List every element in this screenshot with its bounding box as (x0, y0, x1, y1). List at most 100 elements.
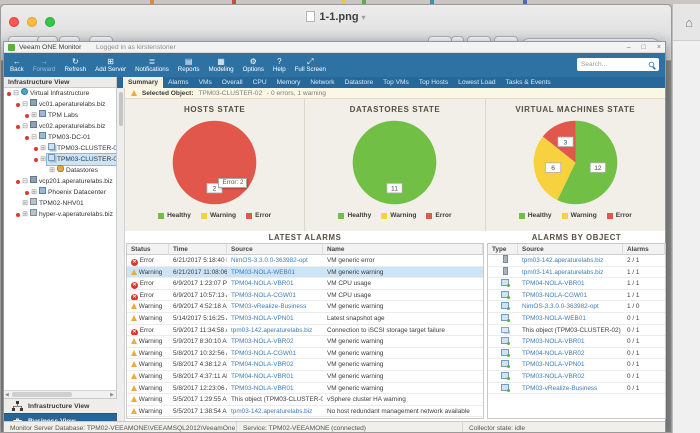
vertical-scrollbar-thumb[interactable] (119, 92, 123, 126)
expander-icon[interactable]: ⊟ (21, 176, 29, 187)
object-row[interactable]: TPM03-vRealize-Business0 / 1 (488, 383, 665, 395)
column-header[interactable]: Status (127, 244, 169, 255)
object-row[interactable]: This object (TPM03-CLUSTER-02)0 / 1 (488, 325, 665, 337)
alarm-row[interactable]: Warning5/8/2017 4:38:12 AMTPM04-NOLA-VBR… (127, 359, 483, 371)
toolbar-button-back[interactable]: ←Back (10, 57, 24, 73)
alarm-row[interactable]: Warning5/8/2017 4:37:11 AMTPM04-NOLA-VBR… (127, 371, 483, 383)
tab-top-hosts[interactable]: Top Hosts (414, 77, 453, 88)
object-source-link[interactable]: NimOS-3.3.0.0-363982-opt (522, 303, 599, 310)
object-source-link[interactable]: TPM03-NOLA-VBR02 (522, 373, 585, 380)
alarm-row[interactable]: Warning5/8/2017 12:23:06 AMTPM03-NOLA-VB… (127, 383, 483, 395)
expander-icon[interactable]: ⊟ (12, 88, 20, 99)
object-source-link[interactable]: TPM03-vRealize-Business (522, 385, 597, 392)
column-header[interactable]: Source (227, 244, 323, 255)
toolbar-button-refresh[interactable]: ↻Refresh (64, 57, 86, 73)
alarm-row[interactable]: Warning5/5/2017 1:29:55 AMThis object (T… (127, 394, 483, 406)
object-source-link[interactable]: tpm03-142.aperaturelabs.biz (522, 257, 603, 264)
column-header[interactable]: Name (323, 244, 483, 255)
tab-vms[interactable]: VMs (194, 77, 217, 88)
alarm-source-link[interactable]: tpm03-142.aperaturelabs.biz (231, 327, 312, 334)
expander-icon[interactable]: ⊞ (39, 154, 47, 165)
column-header[interactable]: Alarms (623, 244, 665, 255)
object-source-link[interactable]: TPM03-NOLA-VPN01 (522, 361, 585, 368)
toolbar-button-modeling[interactable]: ▦Modeling (208, 57, 233, 73)
tree-node[interactable]: ⊟vc02.aperaturelabs.biz (4, 121, 116, 132)
object-row[interactable]: tpm03-141.aperaturelabs.biz1 / 1 (488, 267, 665, 279)
object-row[interactable]: tpm03-142.aperaturelabs.biz2 / 1 (488, 255, 665, 267)
app-maximize-button[interactable]: □ (642, 42, 646, 53)
object-source-link[interactable]: TPM03-NOLA-CGW01 (522, 292, 587, 299)
alarm-row[interactable]: Warning6/21/2017 11:08:06 AMTPM03-NOLA-W… (127, 267, 483, 279)
object-row[interactable]: TPM03-NOLA-VBR020 / 1 (488, 371, 665, 383)
column-header[interactable]: Time (169, 244, 227, 255)
tab-overall[interactable]: Overall (217, 77, 248, 88)
object-row[interactable]: TPM04-NOLA-VBR020 / 1 (488, 348, 665, 360)
expander-icon[interactable]: ⊞ (21, 198, 29, 209)
tree-node[interactable]: ⊞Datastores (4, 165, 116, 176)
tab-summary[interactable]: Summary (123, 77, 163, 88)
expander-icon[interactable]: ⊞ (39, 143, 47, 154)
alarm-source-link[interactable]: TPM03-NOLA-CGW01 (231, 350, 296, 357)
alarm-source-link[interactable]: TPM03-vRealize-Business (231, 303, 306, 310)
sidebar-horizontal-scrollbar[interactable]: ◀ ▶ (4, 390, 117, 398)
home-icon[interactable]: ⌂ (679, 14, 699, 32)
tab-datastore[interactable]: Datastore (340, 77, 379, 88)
alarm-row[interactable]: Warning5/8/2017 10:32:56 AMTPM03-NOLA-CG… (127, 348, 483, 360)
object-source-link[interactable]: TPM03-NOLA-VBR01 (522, 338, 585, 345)
alarm-row[interactable]: ✕ Error6/9/2017 10:57:13 AMTPM03-NOLA-CG… (127, 290, 483, 302)
view-infrastructure[interactable]: Infrastructure View (4, 398, 117, 413)
alarm-row[interactable]: ✕ Error6/21/2017 5:18:40 PMNimOS-3.3.0.0… (127, 255, 483, 267)
alarm-row[interactable]: Warning5/14/2017 5:16:25 AMTPM03-NOLA-VP… (127, 313, 483, 325)
toolbar-button-help[interactable]: ?Help (273, 57, 286, 73)
tree-node[interactable]: ⊞TPM Labs (4, 110, 116, 121)
object-row[interactable]: NimOS-3.3.0.0-363982-opt1 / 0 (488, 301, 665, 313)
alarm-row[interactable]: Warning5/9/2017 8:30:10 AMTPM03-NOLA-VBR… (127, 336, 483, 348)
tree-node[interactable]: ⊟Virtual Infrastructure (4, 88, 116, 99)
expander-icon[interactable]: ⊟ (30, 132, 38, 143)
object-row[interactable]: TPM03-NOLA-CGW011 / 1 (488, 290, 665, 302)
object-row[interactable]: TPM03-NOLA-WEB010 / 1 (488, 313, 665, 325)
alarm-row[interactable]: ✕ Error6/9/2017 1:23:07 PMTPM04-NOLA-VBR… (127, 278, 483, 290)
expander-icon[interactable]: ⊞ (48, 165, 56, 176)
alarm-source-link[interactable]: TPM04-NOLA-VBR01 (231, 280, 294, 287)
toolbar-button-full-screen[interactable]: ⤢Full Screen (295, 57, 326, 73)
alarm-source-link[interactable]: TPM04-NOLA-VBR01 (231, 373, 294, 380)
alarm-source-link[interactable]: TPM03-NOLA-VPN01 (231, 315, 294, 322)
alarm-source-link[interactable]: TPM03-NOLA-CGW01 (231, 292, 296, 299)
toolbar-button-forward[interactable]: →Forward (33, 57, 56, 73)
tab-cpu[interactable]: CPU (248, 77, 272, 88)
expander-icon[interactable]: ⊞ (30, 187, 38, 198)
alarm-source-link[interactable]: TPM03-NOLA-VBR01 (231, 385, 294, 392)
tab-top-vms[interactable]: Top VMs (378, 77, 414, 88)
tab-tasks-events[interactable]: Tasks & Events (501, 77, 556, 88)
alarm-row[interactable]: Warning6/9/2017 4:52:18 AMTPM03-vRealize… (127, 301, 483, 313)
tab-memory[interactable]: Memory (272, 77, 306, 88)
scrollbar-thumb[interactable] (12, 392, 72, 397)
object-source-link[interactable]: TPM03-NOLA-WEB01 (522, 315, 586, 322)
toolbar-button-options[interactable]: ⚙Options (243, 57, 264, 73)
tab-alarms[interactable]: Alarms (163, 77, 194, 88)
object-source-link[interactable]: tpm03-141.aperaturelabs.biz (522, 269, 603, 276)
app-search-field[interactable]: Search... (577, 58, 659, 71)
tree-node[interactable]: ⊟TPM03-DC-01 (4, 132, 116, 143)
object-source-link[interactable]: TPM04-NOLA-VBR01 (522, 280, 585, 287)
alarm-row[interactable]: Warning5/5/2017 1:38:54 AMtpm03-142.aper… (127, 406, 483, 418)
tree-node[interactable]: ⊞Phoenix Datacenter (4, 187, 116, 198)
alarm-source-link[interactable]: TPM04-NOLA-VBR02 (231, 361, 294, 368)
expander-icon[interactable]: ⊞ (21, 209, 29, 220)
expander-icon[interactable]: ⊞ (30, 110, 38, 121)
alarm-source-link[interactable]: NimOS-3.3.0.0-363982-opt (231, 257, 308, 264)
object-row[interactable]: TPM03-NOLA-VPN010 / 1 (488, 359, 665, 371)
tree-node[interactable]: ⊞TPM03-CLUSTER-01 (4, 143, 116, 154)
tree-node[interactable]: ⊟vcp201.aperaturelabs.biz (4, 176, 116, 187)
tree-node[interactable]: ⊞TPM02-NHV01 (4, 198, 116, 209)
toolbar-button-reports[interactable]: ▤Reports (178, 57, 200, 73)
object-row[interactable]: TPM04-NOLA-VBR011 / 1 (488, 278, 665, 290)
alarm-source-link[interactable]: TPM03-NOLA-WEB01 (231, 269, 295, 276)
tree-node[interactable]: ⊟vc01.aperaturelabs.biz (4, 99, 116, 110)
alarm-source-link[interactable]: tpm03-142.aperaturelabs.biz (231, 408, 312, 415)
tree-node[interactable]: ⊞hyper-v.aperaturelabs.biz (4, 209, 116, 220)
tree-node[interactable]: ⊞TPM03-CLUSTER-02 (4, 154, 116, 165)
tab-network[interactable]: Network (305, 77, 339, 88)
expander-icon[interactable]: ⊟ (21, 121, 29, 132)
